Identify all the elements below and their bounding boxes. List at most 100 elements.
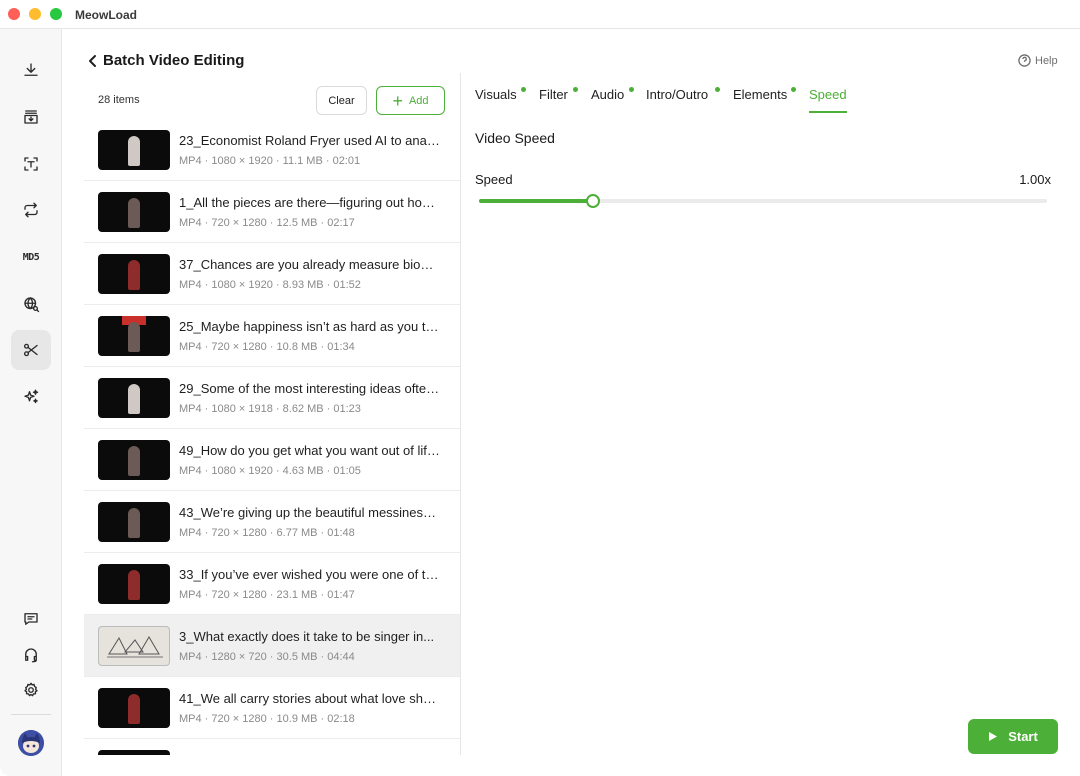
video-thumbnail [98,502,170,542]
modified-dot [715,87,720,92]
list-item[interactable]: 29_Some of the most interesting ideas of… [84,367,460,429]
list-item[interactable]: 25_Maybe happiness isn’t as hard as you … [84,305,460,367]
video-title: 41_We all carry stories about what love … [179,691,441,706]
video-thumbnail [98,688,170,728]
sidebar-item-web[interactable] [11,284,51,324]
sidebar-item-ai[interactable] [11,377,51,417]
video-meta: MP4 · 720 × 1280 · 10.8 MB · 01:34 [179,341,355,353]
speed-label: Speed [475,172,513,187]
sidebar-item-batch-download[interactable] [11,97,51,137]
sketch-thumbnail-icon [107,636,163,658]
video-meta: MP4 · 720 × 1280 · 6.77 MB · 01:48 [179,527,355,539]
add-label: Add [408,94,429,107]
text-scan-icon [24,157,38,171]
video-title: 1_All the pieces are there—figuring out … [179,195,441,210]
video-thumbnail [98,440,170,480]
tab-label: Intro/Outro [646,87,709,102]
zoom-window-button[interactable] [50,8,62,20]
clear-button[interactable]: Clear [316,86,367,115]
sidebar-item-convert[interactable] [11,190,51,230]
list-item-selected[interactable]: 3_What exactly does it take to be singer… [84,615,460,677]
scissors-icon [23,343,38,357]
list-item[interactable]: 43_We’re giving up the beautiful messine… [84,491,460,553]
sidebar-divider [11,714,51,715]
list-item[interactable] [84,739,460,755]
repeat-icon [24,202,38,218]
tab-label: Audio [591,87,625,102]
list-item[interactable]: 1_All the pieces are there—figuring out … [84,181,460,243]
help-link[interactable]: Help [1018,54,1058,67]
tab-label: Filter [539,87,568,102]
video-thumbnail [98,564,170,604]
section-title: Video Speed [475,130,555,146]
tab-speed[interactable]: Speed [809,87,847,113]
gear-icon [24,682,38,697]
tray-download-icon [24,110,38,124]
video-meta: MP4 · 720 × 1280 · 10.9 MB · 02:18 [179,713,355,725]
panel-divider [460,73,461,755]
app-window: MeowLoad MD5 Batch Video Editing Help 28… [0,0,1080,776]
minimize-window-button[interactable] [29,8,41,20]
sparkles-icon [24,389,39,404]
list-item[interactable]: 49_How do you get what you want out of l… [84,429,460,491]
avatar[interactable] [18,730,44,756]
start-label: Start [1008,729,1038,744]
sidebar-item-edit[interactable] [11,330,51,370]
question-circle-icon [1018,54,1031,67]
list-item[interactable]: 33_If you’ve ever wished you were one of… [84,553,460,615]
video-meta: MP4 · 1080 × 1920 · 11.1 MB · 02:01 [179,155,361,167]
video-title: 49_How do you get what you want out of l… [179,443,441,458]
sidebar-item-md5[interactable]: MD5 [11,237,51,277]
video-title: 29_Some of the most interesting ideas of… [179,381,441,396]
video-title: 3_What exactly does it take to be singer… [179,629,435,644]
sidebar-item-support[interactable] [11,635,51,675]
modified-dot [521,87,526,92]
modified-dot [629,87,634,92]
page-title: Batch Video Editing [103,52,245,69]
sidebar-item-settings[interactable] [11,670,51,710]
md5-label: MD5 [22,251,40,263]
sidebar-item-download[interactable] [11,50,51,90]
download-icon [24,63,38,76]
back-button[interactable] [86,53,100,69]
start-button[interactable]: Start [968,719,1058,754]
video-title: 25_Maybe happiness isn’t as hard as you … [179,319,441,334]
tab-filter[interactable]: Filter [539,87,578,102]
modified-dot [791,87,796,92]
tab-intro-outro[interactable]: Intro/Outro [646,87,720,102]
video-list: 23_Economist Roland Fryer used AI to ana… [84,119,460,755]
chevron-left-icon [89,55,96,67]
avatar-cat-icon [18,730,44,756]
add-button[interactable]: + Add [376,86,445,115]
video-thumbnail [98,130,170,170]
globe-search-icon [24,297,40,313]
help-label: Help [1035,54,1058,67]
item-count: 28 items [98,94,140,106]
video-meta: MP4 · 1080 × 1920 · 8.93 MB · 01:52 [179,279,361,291]
tab-label: Speed [809,87,847,102]
chat-icon [24,613,38,625]
speed-slider[interactable] [479,194,1047,208]
sidebar-item-transcribe[interactable] [11,144,51,184]
play-icon [989,732,998,741]
sidebar-item-feedback[interactable] [11,599,51,639]
video-meta: MP4 · 720 × 1280 · 23.1 MB · 01:47 [179,589,355,601]
video-thumbnail [98,316,170,356]
video-thumbnail [98,378,170,418]
tab-label: Elements [733,87,788,102]
app-title: MeowLoad [75,8,137,22]
tab-audio[interactable]: Audio [591,87,634,102]
video-thumbnail [98,626,170,666]
video-title: 23_Economist Roland Fryer used AI to ana… [179,133,441,148]
speed-value: 1.00x [1019,172,1051,187]
speed-slider-handle[interactable] [585,194,600,208]
video-title: 37_Chances are you already measure biome… [179,257,441,272]
tab-visuals[interactable]: Visuals [475,87,526,102]
list-item[interactable]: 37_Chances are you already measure biome… [84,243,460,305]
list-item[interactable]: 23_Economist Roland Fryer used AI to ana… [84,119,460,181]
video-title: 33_If you’ve ever wished you were one of… [179,567,441,582]
close-window-button[interactable] [8,8,20,20]
tab-label: Visuals [475,87,517,102]
list-item[interactable]: 41_We all carry stories about what love … [84,677,460,739]
tab-elements[interactable]: Elements [733,87,796,102]
